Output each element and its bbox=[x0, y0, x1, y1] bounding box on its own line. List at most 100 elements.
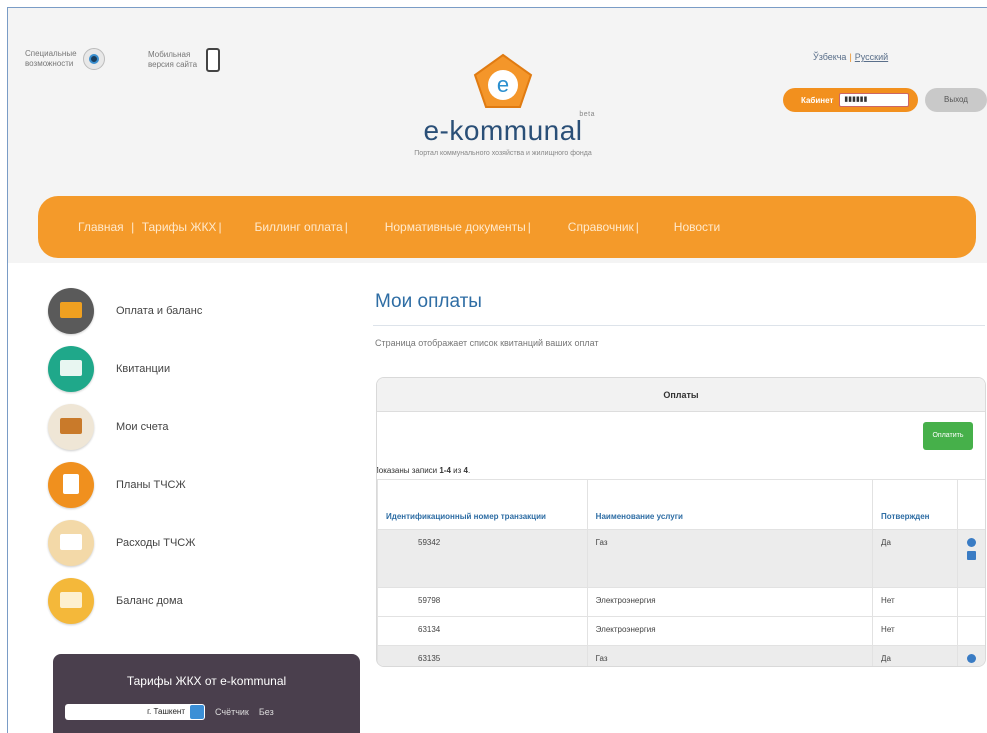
logo-beta: beta bbox=[579, 111, 595, 118]
nav-separator: | bbox=[218, 220, 222, 234]
nav-item-news[interactable]: Новости bbox=[674, 220, 720, 234]
col-without: Без bbox=[258, 707, 274, 717]
records-summary: Показаны записи 1-4 из 4. bbox=[376, 466, 471, 475]
sidebar-item-expenses[interactable]: Расходы ТЧСЖ bbox=[48, 520, 195, 566]
sidebar-item-house-balance[interactable]: Баланс дома bbox=[48, 578, 183, 624]
sidebar-item-label: Квитанции bbox=[116, 363, 171, 375]
cell-transaction-id: 59798 bbox=[377, 587, 588, 617]
page-title: Мои оплаты bbox=[375, 291, 482, 312]
sidebar-item-receipts[interactable]: Квитанции bbox=[48, 346, 170, 392]
cell-confirmed: Нет bbox=[872, 587, 958, 617]
summary-prefix: Показаны записи bbox=[376, 466, 440, 475]
sidebar-item-payment-balance[interactable]: Оплата и баланс bbox=[48, 288, 202, 334]
house-icon bbox=[48, 578, 94, 624]
wallet-icon bbox=[48, 288, 94, 334]
sidebar-item-my-accounts[interactable]: Мои счета bbox=[48, 404, 169, 450]
nav-separator: | bbox=[635, 220, 639, 234]
tariffs-widget: Тарифы ЖКХ от e-kommunal г. Ташкент Счёт… bbox=[53, 654, 360, 733]
eye-icon[interactable] bbox=[967, 538, 977, 547]
cabinet-button[interactable]: Кабинет ▮▮▮▮▮▮ bbox=[783, 88, 918, 112]
tariffs-title: Тарифы ЖКХ от e-kommunal bbox=[126, 674, 287, 688]
sidebar-item-label: Планы ТЧСЖ bbox=[116, 479, 186, 491]
phone-icon[interactable] bbox=[206, 48, 220, 72]
logout-button[interactable]: Выход bbox=[925, 88, 987, 112]
panel-title: Оплаты bbox=[377, 378, 985, 412]
nav-separator: | bbox=[527, 220, 531, 234]
sidebar-item-label: Оплата и баланс bbox=[116, 305, 203, 317]
table-row: 59342 Газ Да bbox=[377, 529, 985, 588]
logo-name-wrap: e-kommunal beta bbox=[403, 111, 603, 147]
mobile-version-label: Мобильная версия сайта bbox=[148, 50, 198, 69]
column-header-confirmed[interactable]: Потвержден bbox=[872, 479, 958, 530]
column-header-service[interactable]: Наименование услуги bbox=[586, 479, 874, 530]
cell-transaction-id: 63134 bbox=[377, 616, 588, 646]
main-nav: Главная | Тарифы ЖКХ | Биллинг оплата | … bbox=[38, 196, 976, 258]
payments-panel: Оплаты Оплатить Показаны записи 1-4 из 4… bbox=[376, 377, 986, 667]
summary-range: 1-4 bbox=[439, 466, 451, 475]
cell-confirmed: Нет bbox=[872, 616, 958, 646]
lang-ru[interactable]: Русский bbox=[855, 52, 888, 62]
eye-icon[interactable] bbox=[83, 48, 105, 70]
table-header-row: Идентификационный номер транзакции Наиме… bbox=[377, 479, 985, 530]
page: Специальные возможности Мобильная версия… bbox=[7, 7, 987, 733]
header: Специальные возможности Мобильная версия… bbox=[8, 8, 987, 263]
sidebar-item-label: Расходы ТЧСЖ bbox=[116, 537, 196, 549]
cell-actions bbox=[956, 645, 985, 666]
city-select[interactable]: г. Ташкент bbox=[65, 704, 205, 720]
cell-actions bbox=[956, 616, 985, 646]
accessibility-link[interactable]: Специальные возможности bbox=[25, 48, 105, 70]
tray-icon bbox=[48, 520, 94, 566]
folders-icon bbox=[48, 404, 94, 450]
site-logo[interactable]: e e-kommunal beta Портал коммунального х… bbox=[403, 53, 603, 193]
svg-text:e: e bbox=[497, 72, 509, 97]
print-icon[interactable] bbox=[967, 551, 977, 560]
cell-confirmed: Да bbox=[872, 645, 958, 666]
cell-transaction-id: 59342 bbox=[377, 529, 588, 588]
logo-pentagon-icon: e bbox=[473, 53, 533, 109]
cell-service: Электроэнергия bbox=[586, 587, 874, 617]
cell-actions bbox=[956, 587, 985, 617]
chevron-down-icon bbox=[190, 705, 204, 719]
page-description: Страница отображает список квитанций ваш… bbox=[375, 338, 599, 348]
main-content: Мои оплаты Страница отображает список кв… bbox=[373, 283, 987, 667]
nav-item-documents[interactable]: Нормативные документы bbox=[385, 220, 526, 234]
col-meter: Счётчик bbox=[215, 707, 249, 717]
title-divider bbox=[373, 325, 985, 326]
receipt-icon bbox=[48, 346, 94, 392]
table-row: 59798 Электроэнергия Нет bbox=[377, 587, 985, 617]
summary-suffix: . bbox=[467, 466, 471, 475]
cell-service: Электроэнергия bbox=[586, 616, 874, 646]
cell-transaction-id: 63135 bbox=[377, 645, 588, 666]
payments-table: Идентификационный номер транзакции Наиме… bbox=[377, 479, 985, 666]
lang-uz[interactable]: Ўзбекча bbox=[813, 52, 846, 62]
eye-icon[interactable] bbox=[967, 654, 977, 663]
nav-item-home[interactable]: Главная bbox=[78, 220, 124, 234]
cell-confirmed: Да bbox=[872, 529, 958, 588]
cell-actions bbox=[956, 529, 985, 588]
cell-service: Газ bbox=[586, 529, 874, 588]
city-select-value: г. Ташкент bbox=[147, 707, 185, 716]
clipboard-icon bbox=[48, 462, 94, 508]
accessibility-label: Специальные возможности bbox=[25, 49, 77, 68]
summary-mid: из bbox=[450, 466, 464, 475]
mobile-version-link[interactable]: Мобильная версия сайта bbox=[148, 48, 220, 72]
cell-service: Газ bbox=[586, 645, 874, 666]
table-row: 63135 Газ Да bbox=[377, 645, 985, 666]
sidebar-item-label: Мои счета bbox=[116, 421, 169, 433]
column-header-transaction-id[interactable]: Идентификационный номер транзакции bbox=[377, 479, 588, 530]
cabinet-account-field: ▮▮▮▮▮▮ bbox=[839, 93, 910, 107]
table-row: 63134 Электроэнергия Нет bbox=[377, 616, 985, 646]
logo-subtitle: Портал коммунального хозяйства и жилищно… bbox=[414, 150, 592, 157]
pay-button[interactable]: Оплатить bbox=[923, 422, 973, 450]
sidebar-item-plans[interactable]: Планы ТЧСЖ bbox=[48, 462, 186, 508]
language-switch: Ўзбекча | Русский bbox=[813, 52, 889, 62]
nav-item-reference[interactable]: Справочник bbox=[568, 220, 634, 234]
cabinet-label: Кабинет bbox=[801, 95, 834, 105]
logo-name: e-kommunal bbox=[423, 115, 583, 146]
tariffs-controls: г. Ташкент Счётчик Без bbox=[65, 704, 274, 720]
nav-separator: | bbox=[131, 220, 135, 234]
nav-item-billing[interactable]: Биллинг оплата bbox=[254, 220, 342, 234]
nav-item-tariffs[interactable]: Тарифы ЖКХ bbox=[142, 220, 217, 234]
nav-separator: | bbox=[344, 220, 348, 234]
column-header-actions bbox=[956, 479, 985, 530]
